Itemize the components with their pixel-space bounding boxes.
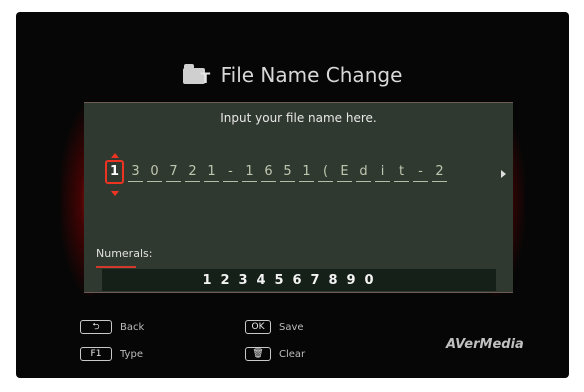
tv-screen: T File Name Change Input your file name … bbox=[16, 12, 569, 378]
legend-back[interactable]: ⮌ Back bbox=[80, 320, 144, 334]
filename-char[interactable]: 2 bbox=[185, 163, 200, 182]
numeral-key[interactable]: 6 bbox=[288, 273, 306, 288]
legend-type[interactable]: F1 Type bbox=[80, 347, 143, 361]
numeral-key[interactable]: 7 bbox=[306, 273, 324, 288]
filename-char[interactable]: 0 bbox=[147, 163, 162, 182]
filename-char[interactable]: 1 bbox=[299, 163, 314, 182]
numeral-key[interactable]: 4 bbox=[252, 273, 270, 288]
legend-clear-label: Clear bbox=[279, 348, 306, 360]
filename-panel: Input your file name here. 1 3 0 7 2 1 -… bbox=[84, 102, 513, 293]
numeral-key[interactable]: 5 bbox=[270, 273, 288, 288]
filename-char[interactable]: d bbox=[356, 163, 371, 182]
numeral-key[interactable]: 9 bbox=[342, 273, 360, 288]
back-key-icon: ⮌ bbox=[80, 320, 112, 334]
numeral-key[interactable]: 0 bbox=[360, 273, 378, 288]
input-prompt: Input your file name here. bbox=[220, 111, 377, 125]
f1-key-icon: F1 bbox=[80, 347, 112, 361]
filename-char[interactable]: 2 bbox=[432, 163, 447, 182]
ok-key-icon: OK bbox=[245, 320, 271, 334]
legend-type-label: Type bbox=[120, 348, 143, 360]
filename-char[interactable]: ( bbox=[318, 163, 333, 182]
legend-save[interactable]: OK Save bbox=[245, 320, 304, 334]
dialog-header: T File Name Change bbox=[16, 60, 569, 90]
numeral-key[interactable]: 3 bbox=[234, 273, 252, 288]
decrement-arrow-icon[interactable] bbox=[111, 191, 119, 196]
keyboard-mode-underline bbox=[96, 266, 136, 268]
legend-clear[interactable]: 🗑 Clear bbox=[245, 347, 305, 361]
filename-char[interactable]: 1 bbox=[242, 163, 257, 182]
filename-char[interactable]: 5 bbox=[280, 163, 295, 182]
filename-char-selected[interactable]: 1 bbox=[105, 160, 124, 184]
filename-char[interactable]: - bbox=[413, 163, 428, 182]
filename-character-row[interactable]: 1 3 0 7 2 1 - 1 6 5 1 ( E d i t - 2 bbox=[105, 160, 451, 187]
filename-char[interactable]: t bbox=[394, 163, 409, 182]
numeral-key[interactable]: 2 bbox=[216, 273, 234, 288]
filename-char[interactable]: E bbox=[337, 163, 352, 182]
filename-char[interactable]: 3 bbox=[128, 163, 143, 182]
scroll-right-arrow-icon[interactable] bbox=[501, 170, 506, 178]
filename-char[interactable]: 1 bbox=[204, 163, 219, 182]
numeral-key[interactable]: 8 bbox=[324, 273, 342, 288]
legend-back-label: Back bbox=[120, 321, 145, 333]
keyboard-mode-label: Numerals: bbox=[96, 247, 153, 260]
filename-char[interactable]: - bbox=[223, 163, 238, 182]
brand-logo: AVerMedia bbox=[446, 337, 524, 352]
dialog-title: File Name Change bbox=[220, 63, 403, 87]
filename-char[interactable]: 7 bbox=[166, 163, 181, 182]
numeral-key[interactable]: 1 bbox=[198, 273, 216, 288]
increment-arrow-icon[interactable] bbox=[111, 153, 119, 158]
filename-char[interactable]: 6 bbox=[261, 163, 276, 182]
filename-char[interactable]: i bbox=[375, 163, 390, 182]
folder-rename-icon: T bbox=[182, 63, 213, 87]
legend-save-label: Save bbox=[279, 321, 304, 333]
numeral-key-bar: 1 2 3 4 5 6 7 8 9 0 bbox=[102, 269, 496, 291]
trash-key-icon: 🗑 bbox=[245, 347, 271, 361]
